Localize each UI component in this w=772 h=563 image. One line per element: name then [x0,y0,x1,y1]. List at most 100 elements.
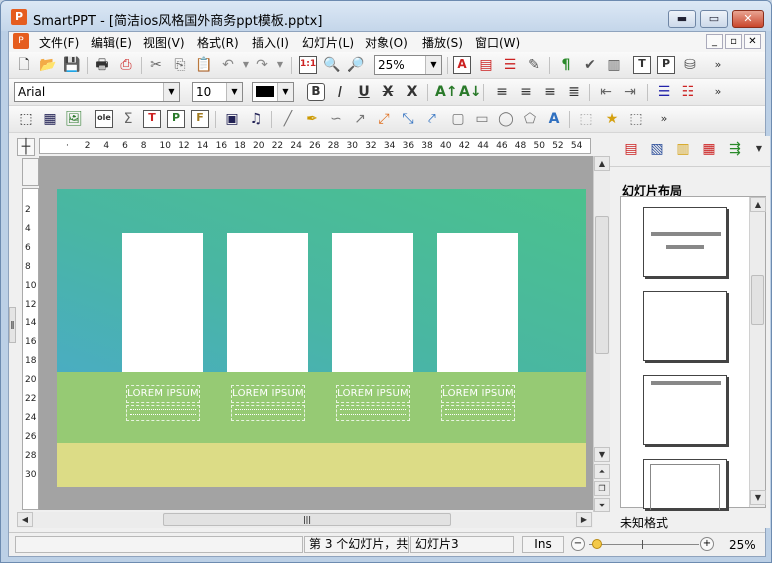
numbered-list-icon[interactable]: ☷ [679,83,697,101]
shapes-icon[interactable]: ⬠ [521,110,539,128]
card-body-text[interactable] [441,405,515,421]
bold-icon[interactable]: B [307,83,325,101]
layout-pane-icon[interactable]: ▤ [622,140,640,158]
list-icon[interactable]: ☰ [501,56,519,74]
close-button[interactable]: ✕ [732,10,764,28]
font-color-combo[interactable]: ▼ [252,82,294,102]
menu-slide[interactable]: 幻灯片(L) [302,34,354,51]
image-icon[interactable]: 🖼 [65,110,83,128]
database-icon[interactable]: ⛁ [681,56,699,74]
group-icon[interactable]: ⬚ [577,110,595,128]
ruler-origin-icon[interactable]: ┼ [17,138,35,156]
text-color-icon[interactable]: A [453,56,471,74]
layout-title-thumb[interactable] [643,207,727,277]
scroll-up-icon[interactable]: ▲ [750,197,766,212]
zoom-in-icon[interactable]: + [700,537,714,551]
open-icon[interactable]: 📂 [39,56,57,74]
menu-view[interactable]: 视图(V) [143,34,185,51]
menu-format[interactable]: 格式(R) [197,34,239,51]
zoom-icon[interactable]: 🔎 [347,56,365,74]
pane-menu-icon[interactable]: ▼ [750,140,768,158]
doc-minimize-button[interactable]: _ [706,34,723,49]
menu-file[interactable]: 文件(F) [39,34,79,51]
clear-format-icon[interactable]: X [403,83,421,101]
next-slide-icon[interactable]: ⏷ [594,498,610,512]
chevron-down-icon[interactable]: ▼ [163,83,179,101]
scroll-down-icon[interactable]: ▼ [750,490,766,505]
scroll-down-icon[interactable]: ▼ [594,447,610,462]
brush-icon[interactable]: ✎ [525,56,543,74]
redo-dropdown-icon[interactable]: ▼ [271,56,289,74]
bullet-list-icon[interactable]: ☰ [655,83,673,101]
color-pane-icon[interactable]: ▥ [674,140,692,158]
slide-card[interactable] [227,233,308,372]
minimize-button[interactable]: ▬ [668,10,696,28]
horizontal-scroll-thumb[interactable]: ||| [163,513,451,526]
redo-icon[interactable]: ↷ [253,56,271,74]
toolbar-overflow-icon[interactable]: » [709,56,727,74]
horizontal-scrollbar[interactable]: ◀ ||| ▶ [17,512,593,528]
layout-blank-thumb[interactable] [643,291,727,361]
cut-icon[interactable]: ✂ [147,56,165,74]
layout-list[interactable]: ▲ ▼ [620,196,766,510]
doc-restore-button[interactable]: ▫ [725,34,742,49]
indent-decrease-icon[interactable]: ⇤ [597,83,615,101]
curve-icon[interactable]: ∽ [327,110,345,128]
find-icon[interactable]: 🔍 [323,56,341,74]
strikethrough-icon[interactable]: X [379,83,397,101]
zoom-combo[interactable]: 25% ▼ [374,55,442,75]
slide-preview[interactable]: LOREM IPSUM LOREM IPSUM LOREM IPSUM LORE… [57,189,586,487]
wordart-icon[interactable]: A [545,110,563,128]
print-icon[interactable]: 🖶 [93,56,111,74]
status-insert-mode[interactable]: Ins [522,536,564,553]
card-body-text[interactable] [126,405,200,421]
card-heading[interactable]: LOREM IPSUM [441,385,515,403]
grow-font-icon[interactable]: A↑ [435,83,458,101]
ole-icon[interactable]: ole [95,110,113,128]
zoom-slider-track[interactable] [589,544,699,545]
connector-curve-icon[interactable]: ⤤ [423,110,441,128]
layout-scroll-thumb[interactable] [751,275,764,325]
video-icon[interactable]: ▣ [223,110,241,128]
layout-scrollbar[interactable]: ▲ ▼ [749,197,766,507]
card-heading[interactable]: LOREM IPSUM [231,385,305,403]
font-name-combo[interactable]: Arial ▼ [14,82,180,102]
paste-icon[interactable]: 📋 [195,56,213,74]
align-left-icon[interactable]: ≡ [493,83,511,101]
layout-content-thumb[interactable] [643,459,727,510]
design-pane-icon[interactable]: ▧ [648,140,666,158]
menu-edit[interactable]: 编辑(E) [91,34,132,51]
effects-icon[interactable]: ⬚ [627,110,645,128]
menu-insert[interactable]: 插入(I) [252,34,289,51]
menu-window[interactable]: 窗口(W) [475,34,520,51]
table-icon[interactable]: ▦ [41,110,59,128]
table-p-icon[interactable]: P [657,56,675,74]
line-icon[interactable]: ╱ [279,110,297,128]
select-frame-icon[interactable]: ⬚ [17,110,35,128]
scroll-right-icon[interactable]: ▶ [576,512,592,527]
chevron-down-icon[interactable]: ▼ [226,83,242,101]
transition-pane-icon[interactable]: ⇶ [726,140,744,158]
title-bar[interactable]: P SmartPPT - [简洁ios风格国外商务ppt模板.pptx] ▬ ▭… [1,1,771,31]
menu-object[interactable]: 对象(O) [365,34,408,51]
animation-pane-icon[interactable]: ▦ [700,140,718,158]
zoom-slider-thumb[interactable] [592,539,602,549]
font-size-combo[interactable]: 10 ▼ [192,82,243,102]
connector-icon[interactable]: ⤢ [375,110,393,128]
layout-title-only-thumb[interactable] [643,375,727,445]
star-icon[interactable]: ★ [603,110,621,128]
card-body-text[interactable] [231,405,305,421]
align-center-icon[interactable]: ≡ [517,83,535,101]
card-heading[interactable]: LOREM IPSUM [126,385,200,403]
vertical-scrollbar[interactable]: ▲ ▼ ⏶ ❐ ⏷ [593,156,610,512]
textbox-t-icon[interactable]: T [143,110,161,128]
slide-card[interactable] [122,233,203,372]
underline-icon[interactable]: U [355,83,373,101]
connector-elbow-icon[interactable]: ⤡ [399,110,417,128]
arrow-icon[interactable]: ↗ [351,110,369,128]
maximize-button[interactable]: ▭ [700,10,728,28]
chevron-down-icon[interactable]: ▼ [425,56,441,74]
audio-icon[interactable]: ♫ [247,110,265,128]
slide-card[interactable] [437,233,518,372]
card-heading[interactable]: LOREM IPSUM [336,385,410,403]
